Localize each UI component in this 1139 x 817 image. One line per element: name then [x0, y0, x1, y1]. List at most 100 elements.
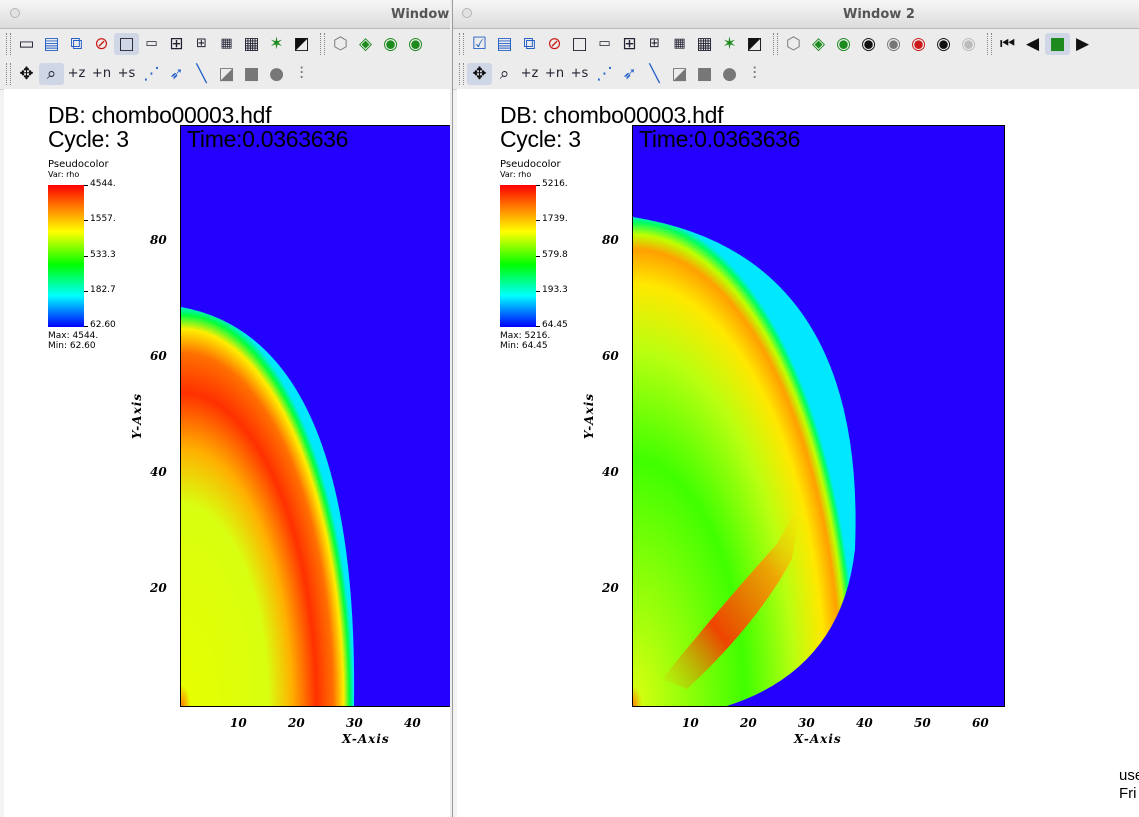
lineout-z-icon[interactable]: +z: [517, 63, 542, 85]
new-window-icon[interactable]: ▤: [492, 33, 517, 55]
toolbar-grip[interactable]: [459, 33, 464, 55]
window-2-title: Window 2: [843, 7, 915, 22]
window-2-close-icon[interactable]: [462, 8, 472, 18]
zoom-icon[interactable]: ⌕: [492, 63, 517, 85]
window-1-title: Window 1: [391, 7, 450, 22]
camera-3-icon[interactable]: ◉: [881, 33, 906, 55]
window-1-titlebar[interactable]: Window 1: [0, 0, 450, 29]
sliders-icon[interactable]: ⫶: [742, 63, 767, 85]
curve-icon[interactable]: ⋰: [592, 63, 617, 85]
layout-2x2-icon[interactable]: ⊞: [617, 33, 642, 55]
sphere-icon[interactable]: ●: [717, 63, 742, 85]
line-pick-icon[interactable]: ╲: [189, 63, 214, 85]
x-tick-label: 10: [682, 716, 699, 730]
legend-colorbar: [48, 185, 84, 327]
window-1-close-icon[interactable]: [10, 8, 20, 18]
curve-icon[interactable]: ⋰: [139, 63, 164, 85]
pick-icon[interactable]: ➶: [164, 63, 189, 85]
toolbar-grip[interactable]: [6, 63, 11, 85]
play-icon[interactable]: ▶: [1070, 33, 1095, 55]
camera-6-icon[interactable]: ◉: [956, 33, 981, 55]
layout-1x2-icon[interactable]: ▭: [592, 33, 617, 55]
legend-colorbar: [500, 185, 536, 327]
step-back-icon[interactable]: ⏮: [995, 33, 1020, 55]
perspective-icon[interactable]: ⬡: [328, 33, 353, 55]
clone-window-icon[interactable]: ⧉: [64, 33, 89, 55]
legend-label-max: 5216.: [542, 179, 568, 189]
window-2-plot: [632, 125, 1005, 707]
legend-label-min: 62.60: [90, 320, 116, 330]
y-tick-label: 60: [602, 349, 619, 363]
layout-2x3-icon[interactable]: ⊞: [642, 33, 667, 55]
layout-3x3-icon[interactable]: ▦: [239, 33, 264, 55]
legend-label: 579.8: [542, 250, 568, 260]
lineout-n-icon[interactable]: +n: [542, 63, 567, 85]
navigate-icon[interactable]: ✥: [467, 63, 492, 85]
x-tick-label: 50: [914, 716, 931, 730]
camera-icon[interactable]: ◉: [831, 33, 856, 55]
reset-view-icon[interactable]: ◈: [806, 33, 831, 55]
camera-5-icon[interactable]: ◉: [931, 33, 956, 55]
layout-2x3-icon[interactable]: ⊞: [189, 33, 214, 55]
layout-2x4-icon[interactable]: ▦: [214, 33, 239, 55]
spin-icon[interactable]: ✶: [717, 33, 742, 55]
legend-label-min: 64.45: [542, 320, 568, 330]
box-icon[interactable]: ■: [692, 63, 717, 85]
toolbar-grip[interactable]: [773, 33, 778, 55]
stop-icon[interactable]: ■: [1045, 33, 1070, 55]
legend-var: Var: rho: [500, 170, 532, 179]
zoom-icon[interactable]: ⌕: [39, 63, 64, 85]
reset-view-icon[interactable]: ◈: [353, 33, 378, 55]
camera-4-icon[interactable]: ◉: [906, 33, 931, 55]
lineout-n-icon[interactable]: +n: [89, 63, 114, 85]
lineout-s-icon[interactable]: +s: [114, 63, 139, 85]
time-label: Time:0.0363636: [639, 126, 801, 152]
toolbar-grip[interactable]: [6, 33, 11, 55]
toolbar-grip[interactable]: [987, 33, 992, 55]
layout-2x2-icon[interactable]: ⊞: [164, 33, 189, 55]
spin-icon[interactable]: ✶: [264, 33, 289, 55]
y-tick-label: 40: [150, 465, 167, 479]
invert-background-icon[interactable]: ◩: [289, 33, 314, 55]
invert-background-icon[interactable]: ◩: [742, 33, 767, 55]
layout-1x1-icon[interactable]: □: [114, 33, 139, 55]
toolbar-grip[interactable]: [459, 63, 464, 85]
sphere-icon[interactable]: ●: [264, 63, 289, 85]
sliders-icon[interactable]: ⫶: [289, 63, 314, 85]
layout-3x3-icon[interactable]: ▦: [692, 33, 717, 55]
toolbar-grip[interactable]: [320, 33, 325, 55]
delete-window-icon[interactable]: ⊘: [542, 33, 567, 55]
delete-window-icon[interactable]: ⊘: [89, 33, 114, 55]
camera-2-icon[interactable]: ◉: [403, 33, 428, 55]
layout-2x4-icon[interactable]: ▦: [667, 33, 692, 55]
window-2-render-area[interactable]: DB: chombo00003.hdf Cycle: 3 Time:0.0363…: [457, 89, 1139, 817]
play-back-icon[interactable]: ◀: [1020, 33, 1045, 55]
layout-1x2-icon[interactable]: ▭: [139, 33, 164, 55]
legend-label: 533.3: [90, 250, 116, 260]
lineout-s-icon[interactable]: +s: [567, 63, 592, 85]
y-tick-label: 20: [150, 581, 167, 595]
camera-2-icon[interactable]: ◉: [856, 33, 881, 55]
visit-window-1: Window 1 ▭ ▤ ⧉ ⊘ □ ▭ ⊞ ⊞ ▦ ▦ ✶ ◩ ⬡ ◈ ◉ ◉…: [0, 0, 450, 817]
clone-window-icon[interactable]: ⧉: [517, 33, 542, 55]
perspective-icon[interactable]: ⬡: [781, 33, 806, 55]
x-tick-label: 30: [346, 716, 363, 730]
lineout-z-icon[interactable]: +z: [64, 63, 89, 85]
active-window-icon[interactable]: ☑: [467, 33, 492, 55]
plane-icon[interactable]: ◪: [214, 63, 239, 85]
new-window-icon[interactable]: ▤: [39, 33, 64, 55]
camera-icon[interactable]: ◉: [378, 33, 403, 55]
x-tick-label: 10: [230, 716, 247, 730]
layout-1x1-icon[interactable]: □: [567, 33, 592, 55]
legend-label: 1557.: [90, 214, 116, 224]
active-window-icon[interactable]: ▭: [14, 33, 39, 55]
x-tick-label: 30: [798, 716, 815, 730]
window-2-titlebar[interactable]: Window 2: [453, 0, 1139, 29]
box-icon[interactable]: ■: [239, 63, 264, 85]
line-pick-icon[interactable]: ╲: [642, 63, 667, 85]
pick-icon[interactable]: ➶: [617, 63, 642, 85]
plane-icon[interactable]: ◪: [667, 63, 692, 85]
window-1-render-area[interactable]: DB: chombo00003.hdf Cycle: 3 Time:0.0363…: [4, 89, 450, 817]
navigate-icon[interactable]: ✥: [14, 63, 39, 85]
x-tick-label: 40: [856, 716, 873, 730]
